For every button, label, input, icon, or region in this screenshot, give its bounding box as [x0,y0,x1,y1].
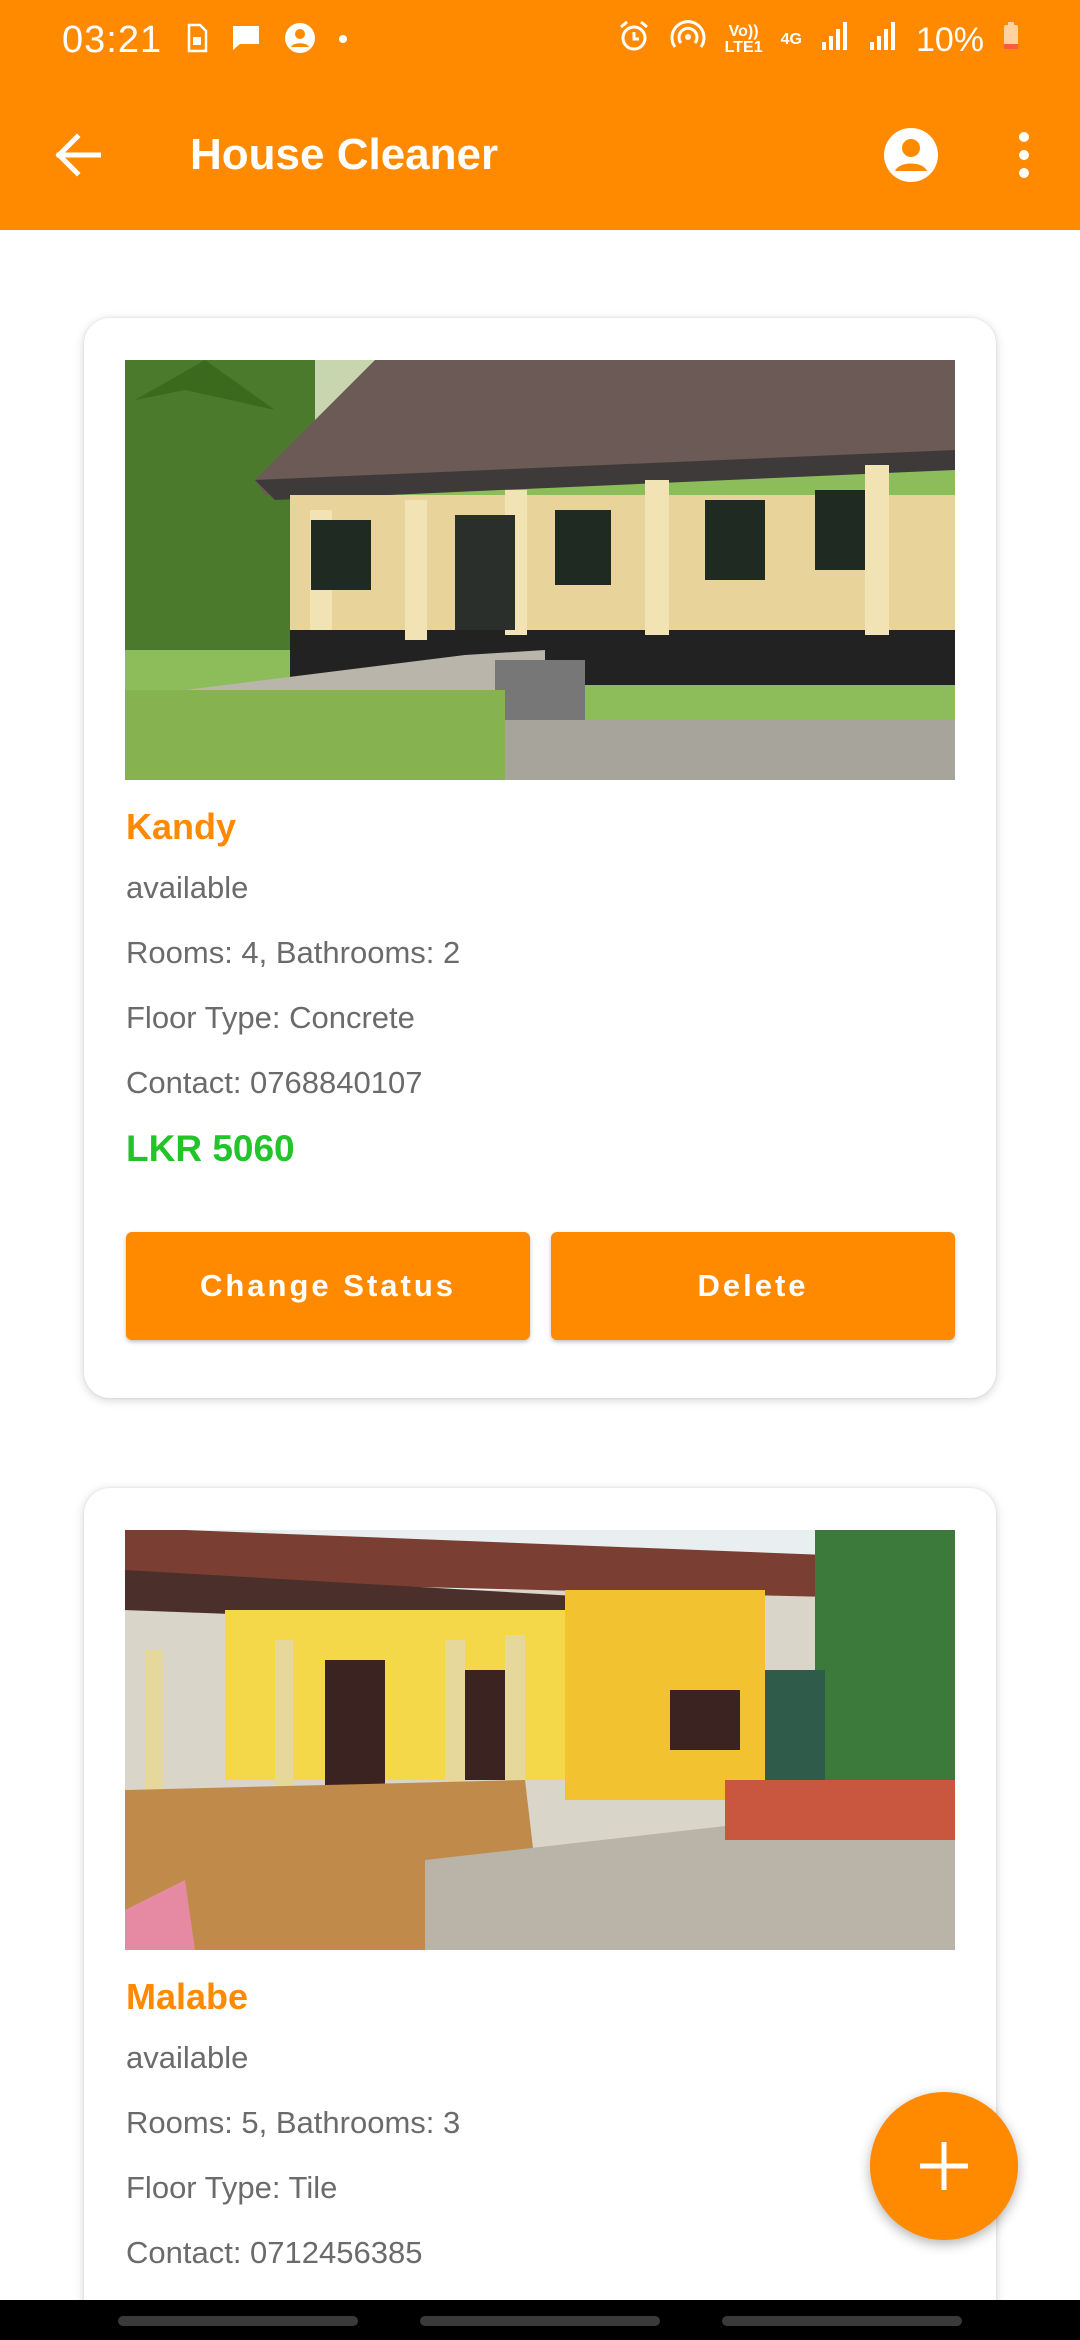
nav-recent-handle[interactable] [118,2316,358,2326]
page-title: House Cleaner [190,130,499,179]
delete-button[interactable]: Delete [551,1232,955,1340]
alarm-icon [617,19,651,62]
system-nav-bar [0,2300,1080,2340]
listing-card: Malabe available Rooms: 5, Bathrooms: 3 … [84,1488,996,2300]
signal-icon-2 [868,20,898,61]
account-button[interactable] [878,122,944,188]
battery-icon [1002,21,1020,60]
dot-icon [338,31,348,49]
status-time: 03:21 [62,18,163,61]
status-left-icons [186,22,348,59]
nav-home-handle[interactable] [420,2316,660,2326]
hotspot-icon [669,19,707,62]
battery-text: 10% [915,20,984,59]
nav-back-handle[interactable] [722,2316,962,2326]
account-circle-icon [284,22,316,59]
back-button[interactable] [42,120,112,190]
listing-contact: Contact: 0712456385 [126,2235,423,2270]
status-bar: 03:21 Vo)) LTE1 4G 10% [0,0,1080,80]
listing-list[interactable]: Kandy available Rooms: 4, Bathrooms: 2 F… [0,230,1080,2300]
network-type: 4G [780,31,802,48]
add-icon [920,2142,968,2190]
add-listing-fab[interactable] [870,2092,1018,2240]
listing-location: Malabe [126,1976,249,2017]
app-bar: House Cleaner [0,80,1080,230]
arrow-back-icon [55,133,101,177]
listing-status: available [126,2040,249,2075]
volte-indicator: Vo)) LTE1 [724,23,763,56]
listing-rooms: Rooms: 4, Bathrooms: 2 [126,935,461,970]
house-image [125,1530,955,1950]
listing-status: available [126,870,249,905]
more-vert-icon [1019,132,1029,178]
listing-contact: Contact: 0768840107 [126,1065,423,1100]
house-image [125,360,955,780]
status-right-icons: Vo)) LTE1 4G 10% [617,19,1020,62]
overflow-menu-button[interactable] [1004,122,1044,188]
listing-floor-type: Floor Type: Tile [126,2170,338,2205]
signal-icon [820,20,850,61]
change-status-button[interactable]: Change Status [126,1232,530,1340]
listing-floor-type: Floor Type: Concrete [126,1000,415,1035]
listing-price: LKR 5060 [126,1128,295,1169]
listing-card: Kandy available Rooms: 4, Bathrooms: 2 F… [84,318,996,1398]
listing-location: Kandy [126,806,237,847]
chat-icon [230,23,262,58]
account-circle-icon [884,128,938,182]
listing-rooms: Rooms: 5, Bathrooms: 3 [126,2105,461,2140]
sim-icon [186,23,208,58]
screen: 03:21 Vo)) LTE1 4G 10% House Cleaner Kan… [0,0,1080,2340]
